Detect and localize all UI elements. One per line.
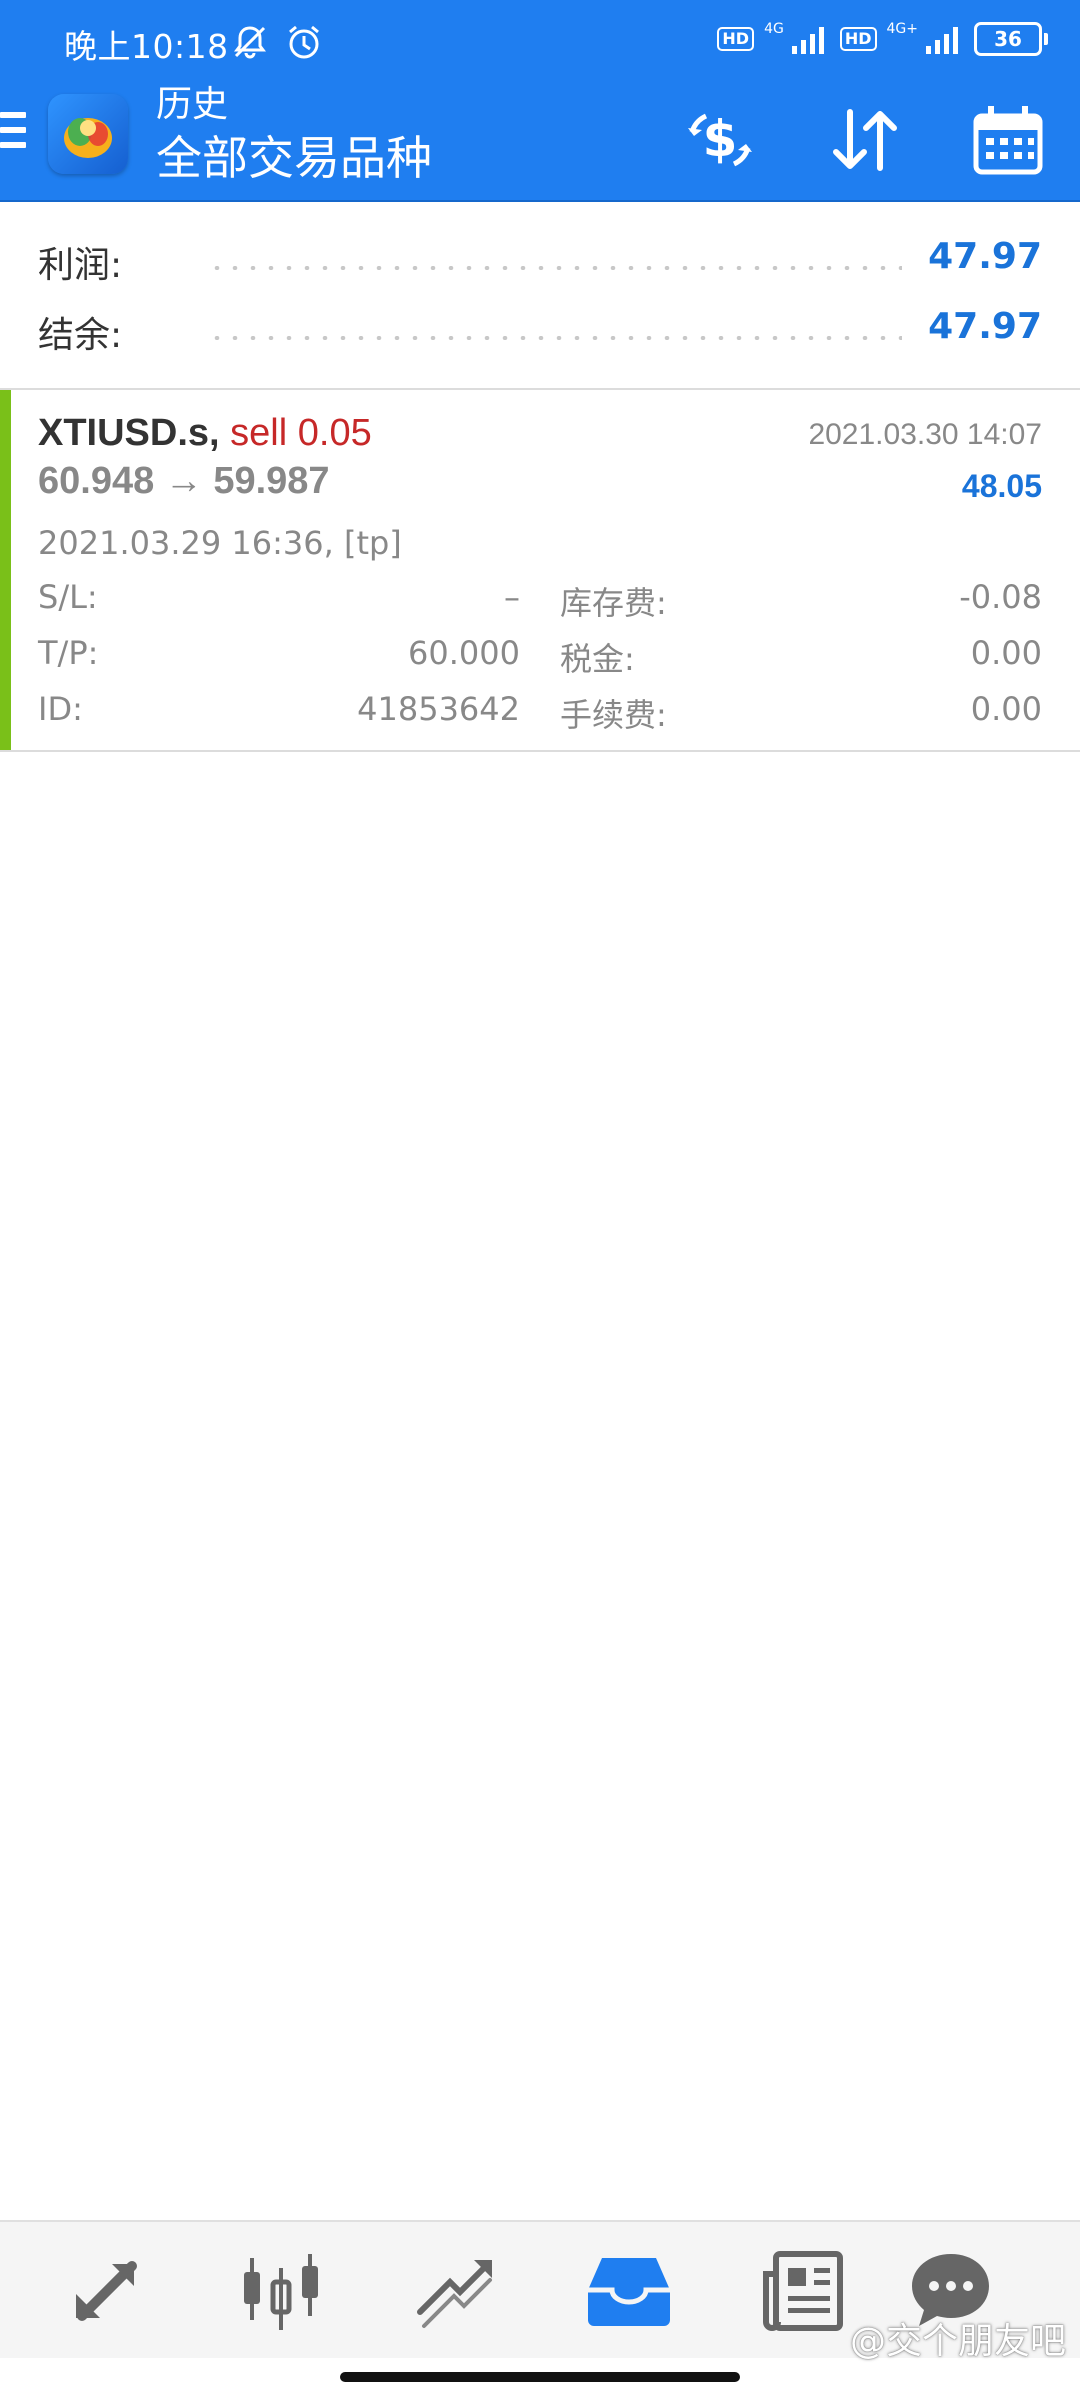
page-title[interactable]: 全部交易品种 [156,128,432,188]
deal-direction-indicator [0,390,11,750]
dotted-leader [208,266,902,270]
battery-indicator: 36 [974,22,1048,56]
page-subtitle: 历史 [156,84,229,125]
profit-label: 利润: [38,245,123,286]
commission-value: 0.00 [970,690,1042,728]
signal-icon [791,27,824,54]
swap-value: -0.08 [959,578,1042,616]
balance-row: 结余: 47.97 [38,306,1042,366]
hd-badge-2: HD [839,27,877,51]
trade-icon[interactable] [410,2246,500,2336]
toolbar: 历史 全部交易品种 $ [0,82,1080,200]
history-icon[interactable] [584,2246,674,2336]
home-indicator[interactable] [340,2372,740,2382]
dotted-leader [208,336,902,340]
bell-off-icon [234,26,266,59]
deal-type: sell 0.05 [230,412,372,454]
calendar-icon[interactable] [970,102,1046,178]
status-right-group: HD 4G HD 4G+ 36 [717,21,1048,56]
deal-open-time: 2021.03.29 16:36, [tp] [38,524,402,562]
deal-profit: 48.05 [961,468,1042,504]
sort-icon[interactable] [826,102,902,178]
app-header: 晚上10:18 HD 4G HD 4G+ 36 历史 全部交易品种 $ [0,0,1080,202]
metatrader-logo [48,94,128,174]
deal-close-time: 2021.03.30 14:07 [808,418,1042,451]
alarm-icon [289,25,319,59]
svg-text:$: $ [703,110,738,168]
deal-item[interactable]: XTIUSD.s, sell 0.05 2021.03.30 14:07 60.… [0,390,1080,752]
quotes-icon[interactable] [62,2246,152,2336]
network-type: 4G [764,21,784,37]
commission-label: 手续费: [560,696,667,734]
deal-prices: 60.948 → 59.987 [38,460,330,502]
tax-label: 税金: [560,640,635,678]
tp-label: T/P: [38,634,99,672]
balance-label: 结余: [38,315,123,356]
watermark: @交个朋友吧 [849,2321,1066,2362]
tax-value: 0.00 [970,634,1042,672]
tp-value: 60.000 [408,634,520,672]
currency-exchange-icon[interactable]: $ [682,102,758,178]
profit-value: 47.97 [928,236,1042,277]
menu-icon[interactable] [0,112,26,164]
signal-icon-2 [926,27,958,54]
status-bar: 晚上10:18 HD 4G HD 4G+ 36 [0,0,1080,82]
news-icon[interactable] [758,2246,848,2336]
sl-label: S/L: [38,578,98,616]
profit-row: 利润: 47.97 [38,236,1042,296]
balance-value: 47.97 [928,306,1042,347]
summary-panel: 利润: 47.97 结余: 47.97 [0,202,1080,390]
deal-symbol: XTIUSD.s, [38,412,220,454]
network-type-2: 4G+ [886,21,919,37]
hd-badge: HD [717,27,755,51]
status-time: 晚上10:18 [64,27,229,66]
chart-icon[interactable] [236,2246,326,2336]
sl-value: – [504,578,520,616]
swap-label: 库存费: [560,584,667,622]
id-label: ID: [38,690,83,728]
id-value: 41853642 [357,690,520,728]
